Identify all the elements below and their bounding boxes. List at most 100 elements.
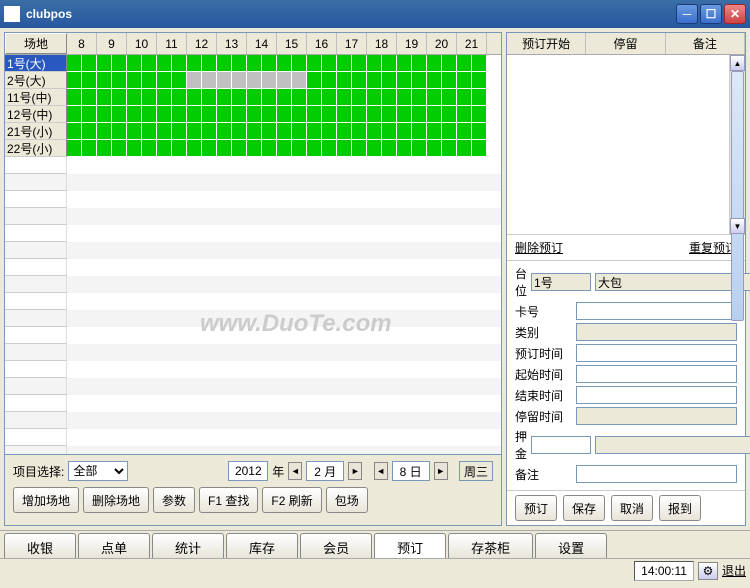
tab-5[interactable]: 预订 bbox=[374, 533, 446, 558]
book-button[interactable]: 预订 bbox=[515, 495, 557, 521]
day-input[interactable] bbox=[392, 461, 430, 481]
venue-row[interactable]: 12号(中) bbox=[5, 106, 501, 123]
time-slot[interactable] bbox=[367, 123, 382, 140]
time-slot[interactable] bbox=[82, 140, 97, 157]
time-slot[interactable] bbox=[142, 106, 157, 123]
time-slot[interactable] bbox=[277, 140, 292, 157]
time-slot[interactable] bbox=[202, 55, 217, 72]
tab-0[interactable]: 收银 bbox=[4, 533, 76, 558]
time-slot[interactable] bbox=[337, 106, 352, 123]
time-slot[interactable] bbox=[322, 89, 337, 106]
scroll-up[interactable]: ▲ bbox=[730, 55, 745, 71]
time-slot[interactable] bbox=[427, 72, 442, 89]
time-slot[interactable] bbox=[412, 55, 427, 72]
day-next[interactable]: ► bbox=[434, 462, 448, 480]
tab-2[interactable]: 统计 bbox=[152, 533, 224, 558]
time-slot[interactable] bbox=[322, 106, 337, 123]
time-slot[interactable] bbox=[157, 123, 172, 140]
tab-3[interactable]: 库存 bbox=[226, 533, 298, 558]
time-slot[interactable] bbox=[292, 89, 307, 106]
time-slot[interactable] bbox=[67, 55, 82, 72]
booktime-input[interactable] bbox=[576, 344, 737, 362]
time-slot[interactable] bbox=[412, 72, 427, 89]
time-slot[interactable] bbox=[142, 140, 157, 157]
time-slot[interactable] bbox=[112, 140, 127, 157]
add-venue-button[interactable]: 增加场地 bbox=[13, 487, 79, 513]
time-slot[interactable] bbox=[67, 89, 82, 106]
time-slot[interactable] bbox=[367, 106, 382, 123]
venue-name[interactable]: 12号(中) bbox=[5, 106, 67, 123]
time-slot[interactable] bbox=[457, 123, 472, 140]
card-input[interactable] bbox=[576, 302, 737, 320]
time-slot[interactable] bbox=[427, 123, 442, 140]
time-slot[interactable] bbox=[472, 55, 487, 72]
year-input[interactable] bbox=[228, 461, 268, 481]
time-slot[interactable] bbox=[307, 72, 322, 89]
time-slot[interactable] bbox=[397, 55, 412, 72]
time-slot[interactable] bbox=[412, 123, 427, 140]
scroll-thumb[interactable] bbox=[731, 71, 744, 321]
venue-name[interactable]: 22号(小) bbox=[5, 140, 67, 157]
tab-7[interactable]: 设置 bbox=[535, 533, 607, 558]
report-button[interactable]: 报到 bbox=[659, 495, 701, 521]
time-slot[interactable] bbox=[322, 55, 337, 72]
time-slot[interactable] bbox=[367, 55, 382, 72]
time-slot[interactable] bbox=[412, 140, 427, 157]
time-slot[interactable] bbox=[337, 72, 352, 89]
params-button[interactable]: 参数 bbox=[153, 487, 195, 513]
time-slot[interactable] bbox=[127, 89, 142, 106]
time-slot[interactable] bbox=[97, 123, 112, 140]
time-slot[interactable] bbox=[352, 123, 367, 140]
time-slot[interactable] bbox=[472, 123, 487, 140]
time-slot[interactable] bbox=[442, 89, 457, 106]
time-slot[interactable] bbox=[232, 140, 247, 157]
time-slot[interactable] bbox=[307, 89, 322, 106]
venue-row[interactable]: 11号(中) bbox=[5, 89, 501, 106]
time-slot[interactable] bbox=[307, 123, 322, 140]
time-slot[interactable] bbox=[217, 106, 232, 123]
time-slot[interactable] bbox=[292, 123, 307, 140]
time-slot[interactable] bbox=[67, 140, 82, 157]
time-slot[interactable] bbox=[187, 106, 202, 123]
time-slot[interactable] bbox=[232, 55, 247, 72]
time-slot[interactable] bbox=[127, 55, 142, 72]
hour-header[interactable]: 8 bbox=[67, 33, 97, 54]
time-slot[interactable] bbox=[262, 55, 277, 72]
hour-header[interactable]: 12 bbox=[187, 33, 217, 54]
time-slot[interactable] bbox=[172, 72, 187, 89]
time-slot[interactable] bbox=[307, 140, 322, 157]
venue-row[interactable]: 1号(大) bbox=[5, 55, 501, 72]
time-slot[interactable] bbox=[352, 106, 367, 123]
time-slot[interactable] bbox=[382, 89, 397, 106]
hour-header[interactable]: 17 bbox=[337, 33, 367, 54]
time-slot[interactable] bbox=[67, 72, 82, 89]
time-slot[interactable] bbox=[292, 55, 307, 72]
starttime-input[interactable] bbox=[576, 365, 737, 383]
day-prev[interactable]: ◄ bbox=[374, 462, 388, 480]
booking-list[interactable]: ▲ ▼ bbox=[507, 55, 745, 234]
time-slot[interactable] bbox=[217, 123, 232, 140]
time-slot[interactable] bbox=[232, 89, 247, 106]
time-slot[interactable] bbox=[322, 140, 337, 157]
venue-row[interactable]: 21号(小) bbox=[5, 123, 501, 140]
time-slot[interactable] bbox=[217, 89, 232, 106]
time-slot[interactable] bbox=[217, 55, 232, 72]
time-slot[interactable] bbox=[127, 72, 142, 89]
tab-6[interactable]: 存茶柜 bbox=[448, 533, 533, 558]
time-slot[interactable] bbox=[157, 72, 172, 89]
time-slot[interactable] bbox=[172, 140, 187, 157]
time-slot[interactable] bbox=[367, 140, 382, 157]
time-slot[interactable] bbox=[367, 89, 382, 106]
repeat-booking-link[interactable]: 重复预订 bbox=[689, 239, 737, 256]
time-slot[interactable] bbox=[382, 140, 397, 157]
time-slot[interactable] bbox=[457, 89, 472, 106]
time-slot[interactable] bbox=[97, 55, 112, 72]
time-slot[interactable] bbox=[142, 55, 157, 72]
hour-header[interactable]: 16 bbox=[307, 33, 337, 54]
time-slot[interactable] bbox=[367, 72, 382, 89]
month-prev[interactable]: ◄ bbox=[288, 462, 302, 480]
time-slot[interactable] bbox=[307, 106, 322, 123]
time-slot[interactable] bbox=[67, 106, 82, 123]
time-slot[interactable] bbox=[352, 140, 367, 157]
hour-header[interactable]: 13 bbox=[217, 33, 247, 54]
